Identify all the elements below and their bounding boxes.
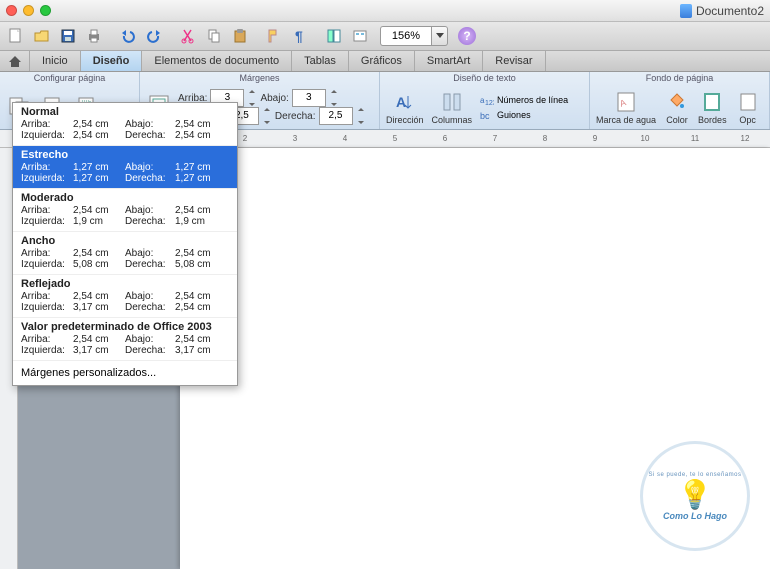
- margin-right-label: Derecha:: [275, 111, 316, 122]
- home-tab-icon[interactable]: [0, 51, 30, 71]
- ribbon-group-page-setup-label: Configurar página: [0, 73, 139, 83]
- watermark-badge: Si se puede, te lo enseñamos 💡 Como Lo H…: [640, 441, 750, 551]
- tab-smartart[interactable]: SmartArt: [415, 51, 483, 71]
- options-label: Opc: [739, 115, 756, 125]
- zoom-dropdown-button[interactable]: [432, 26, 448, 46]
- window-controls: [6, 5, 51, 16]
- save-button[interactable]: [56, 25, 80, 47]
- options-button[interactable]: Opc: [735, 90, 761, 125]
- columns-label: Columnas: [432, 115, 473, 125]
- watermark-label: Marca de agua: [596, 115, 656, 125]
- document-icon: [680, 4, 692, 18]
- window-titlebar: Documento2: [0, 0, 770, 22]
- help-button[interactable]: ?: [458, 27, 476, 45]
- margin-preset-ancho[interactable]: AnchoArriba:2,54 cmAbajo:2,54 cmIzquierd…: [13, 232, 237, 275]
- format-painter-button[interactable]: [262, 25, 286, 47]
- copy-button[interactable]: [202, 25, 226, 47]
- tab-inicio[interactable]: Inicio: [30, 51, 81, 71]
- margin-preset-valor-predeterminado-de-office-2003[interactable]: Valor predeterminado de Office 2003Arrib…: [13, 318, 237, 361]
- print-button[interactable]: [82, 25, 106, 47]
- paste-button[interactable]: [228, 25, 252, 47]
- navigation-pane-button[interactable]: [322, 25, 346, 47]
- close-window-button[interactable]: [6, 5, 17, 16]
- minimize-window-button[interactable]: [23, 5, 34, 16]
- margin-bottom-input[interactable]: 3: [292, 89, 326, 107]
- tab-elementos[interactable]: Elementos de documento: [142, 51, 292, 71]
- quick-access-toolbar: ¶ 156% ?: [0, 22, 770, 51]
- tab-revisar[interactable]: Revisar: [483, 51, 545, 71]
- margin-right-input[interactable]: 2,5: [319, 107, 353, 125]
- borders-button[interactable]: Bordes: [698, 90, 727, 125]
- document-title: Documento2: [680, 4, 764, 18]
- svg-text:123: 123: [485, 100, 494, 106]
- toggle-formatting-button[interactable]: ¶: [288, 25, 312, 47]
- ribbon-tabbar: Inicio Diseño Elementos de documento Tab…: [0, 51, 770, 72]
- gallery-button[interactable]: [348, 25, 372, 47]
- cut-button[interactable]: [176, 25, 200, 47]
- zoom-control: 156%: [380, 26, 448, 46]
- open-button[interactable]: [30, 25, 54, 47]
- ribbon-group-background-label: Fondo de página: [590, 73, 769, 83]
- line-numbers-label: Números de línea: [497, 95, 568, 105]
- margin-preset-normal[interactable]: NormalArriba:2,54 cmAbajo:2,54 cmIzquier…: [13, 103, 237, 146]
- line-numbers-button[interactable]: a123Números de línea: [480, 94, 568, 106]
- redo-button[interactable]: [142, 25, 166, 47]
- hyphenation-label: Guiones: [497, 110, 531, 120]
- margins-dropdown: NormalArriba:2,54 cmAbajo:2,54 cmIzquier…: [12, 102, 238, 386]
- zoom-window-button[interactable]: [40, 5, 51, 16]
- ribbon-group-margins-label: Márgenes: [140, 73, 379, 83]
- tab-diseno[interactable]: Diseño: [81, 51, 143, 71]
- margin-preset-moderado[interactable]: ModeradoArriba:2,54 cmAbajo:2,54 cmIzqui…: [13, 189, 237, 232]
- undo-button[interactable]: [116, 25, 140, 47]
- borders-label: Bordes: [698, 115, 727, 125]
- watermark-button[interactable]: AMarca de agua: [596, 90, 656, 125]
- zoom-value-input[interactable]: 156%: [380, 26, 432, 46]
- custom-margins-item[interactable]: Márgenes personalizados...: [13, 361, 237, 385]
- page-color-label: Color: [666, 115, 688, 125]
- svg-text:¶: ¶: [295, 28, 303, 44]
- svg-text:bc: bc: [480, 111, 490, 121]
- margin-bottom-label: Abajo:: [260, 93, 288, 104]
- svg-text:A: A: [396, 94, 406, 110]
- hyphenation-button[interactable]: bc Guiones: [480, 109, 568, 121]
- margin-preset-estrecho[interactable]: EstrechoArriba:1,27 cmAbajo:1,27 cmIzqui…: [13, 146, 237, 189]
- direction-label: Dirección: [386, 115, 424, 125]
- page-color-button[interactable]: Color: [664, 90, 690, 125]
- new-doc-button[interactable]: [4, 25, 28, 47]
- columns-button[interactable]: Columnas: [432, 90, 473, 125]
- tab-tablas[interactable]: Tablas: [292, 51, 349, 71]
- document-title-text: Documento2: [696, 4, 764, 18]
- watermark-brand-text: Como Lo Hago: [663, 511, 727, 521]
- lightbulb-icon: 💡: [678, 478, 713, 511]
- direction-button[interactable]: A Dirección: [386, 90, 424, 125]
- tab-graficos[interactable]: Gráficos: [349, 51, 415, 71]
- margin-preset-reflejado[interactable]: ReflejadoArriba:2,54 cmAbajo:2,54 cmIzqu…: [13, 275, 237, 318]
- ribbon-group-text-label: Diseño de texto: [380, 73, 589, 83]
